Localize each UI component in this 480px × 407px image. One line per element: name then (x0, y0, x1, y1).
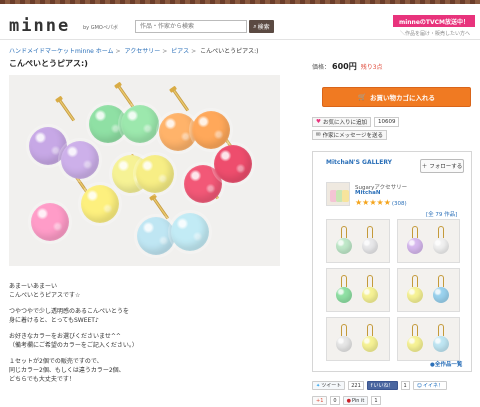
add-to-cart-button[interactable]: 🛒 お買い物カゴに入れる (322, 87, 471, 107)
breadcrumb-pierce[interactable]: ピアス (171, 48, 189, 55)
mail-icon: ✉ (316, 132, 321, 138)
desc-paragraph: お好きなカラーをお選びくださいませ^^ （備考欄にご希望のカラーをご記入ください… (9, 333, 138, 349)
pin-button[interactable]: ● Pin it (342, 396, 369, 405)
breadcrumb-accessory[interactable]: アクセサリー (125, 48, 161, 55)
works-count[interactable]: [全 79 作品] (426, 210, 457, 218)
work-thumbnail[interactable] (396, 317, 460, 361)
social-row-2: +1 0 ● Pin it 1 (312, 396, 381, 405)
heart-icon: ♥ (316, 119, 321, 125)
work-thumbnail[interactable] (326, 317, 390, 361)
desc-paragraph: あまーいあまーい こんぺいとうピアスです☆ (9, 283, 81, 299)
breadcrumb-home[interactable]: ハンドメイドマーケットminne ホーム (9, 48, 114, 55)
avatar[interactable] (326, 182, 350, 206)
message-seller-button[interactable]: ✉ 作家にメッセージを送る (312, 130, 388, 140)
pin-label: Pin it (351, 397, 365, 404)
favorite-button[interactable]: ♥ お気に入りに追加 (312, 117, 371, 127)
search-icon: ⌕ (253, 22, 257, 30)
twitter-icon: ✦ (316, 382, 321, 389)
facebook-icon: f (370, 382, 373, 389)
logo-by: by GMOペパボ (83, 25, 118, 31)
hatena-label: イイネ！ (422, 383, 443, 389)
tweet-button[interactable]: ✦ ツイート (312, 381, 346, 390)
minne-logo[interactable]: minne (9, 16, 70, 36)
social-row: ✦ ツイート 221 f いいね！ 1 ☺ イイネ！ (312, 381, 447, 390)
desc-paragraph: １セットが2個での販売ですので、 同じカラー2個、もしくは違うカラー2個、 どち… (9, 358, 125, 383)
all-works-link[interactable]: ●全作品一覧 (430, 360, 462, 368)
search-button[interactable]: ⌕ 検索 (249, 20, 274, 33)
message-button-label: 作家にメッセージを送る (322, 133, 384, 139)
hatena-icon: ☺ (416, 382, 422, 389)
gplus-button[interactable]: +1 (312, 396, 328, 405)
pinterest-icon: ● (346, 397, 351, 404)
follow-button-label: フォローする (429, 164, 463, 170)
works-thumbnails (326, 219, 460, 361)
work-thumbnail[interactable] (396, 219, 460, 263)
breadcrumb: ハンドメイドマーケットminne ホーム > アクセサリー > ピアス > こんぺいと… (9, 48, 259, 55)
work-thumbnail[interactable] (326, 219, 390, 263)
hatena-button[interactable]: ☺ イイネ！ (412, 381, 447, 390)
shop-name[interactable]: MitchaN (355, 190, 380, 196)
tweet-label: ツイート (321, 383, 342, 389)
tvcm-banner[interactable]: minneのTVCM放送中！ (393, 15, 475, 27)
pin-count: 1 (371, 396, 381, 405)
tweet-count: 221 (348, 381, 364, 390)
page-title: こんぺいとうピアス:) (9, 59, 88, 68)
like-count: 1 (400, 381, 410, 390)
product-description: あまーいあまーい こんぺいとうピアスです☆ つやつやで少し透明感のあるこんぺいと… (9, 282, 280, 391)
gplus-count: 0 (330, 396, 340, 405)
rating-count[interactable]: (308) (392, 201, 407, 207)
all-works-label: 全作品一覧 (434, 362, 463, 368)
favorite-row: ♥ お気に入りに追加 10609 (312, 117, 400, 127)
facebook-like-button[interactable]: f いいね！ (366, 381, 398, 390)
product-photo[interactable] (9, 75, 280, 266)
like-label: いいね！ (373, 383, 394, 389)
work-thumbnail[interactable] (396, 268, 460, 312)
stock-badge: 残り3点 (360, 64, 383, 71)
price-value: 600円 (332, 62, 357, 71)
rating-stars: ★★★★★(308) (355, 198, 407, 207)
cart-button-label: お買い物カゴに入れる (370, 94, 436, 102)
site-header: minne by GMOペパボ ⌕ 検索 minneのTVCM放送中！ ＼作品を… (0, 4, 480, 40)
gplus-label: +1 (316, 397, 324, 404)
search-input[interactable] (135, 20, 247, 33)
plus-icon: ＋ (421, 164, 428, 170)
work-thumbnail[interactable] (326, 268, 390, 312)
star-icons: ★★★★★ (355, 198, 391, 207)
gallery-name[interactable]: MitchaN'S GALLERY (326, 159, 392, 166)
price-label: 価格： (312, 64, 331, 71)
seller-gallery-box: MitchaN'S GALLERY ＋ フォローする Sugaryアクセサリー … (312, 151, 472, 372)
favorite-button-label: お気に入りに追加 (322, 120, 367, 126)
follow-button[interactable]: ＋ フォローする (420, 159, 464, 173)
breadcrumb-current: こんぺいとうピアス:) (200, 48, 259, 55)
cart-icon: 🛒 (357, 93, 367, 101)
price-row: 価格： 600円 残り3点 (312, 61, 383, 72)
seller-link[interactable]: ＼作品を届け・販売したい方へ (400, 30, 470, 37)
favorite-count: 10609 (373, 117, 400, 127)
search-button-label: 検索 (257, 24, 270, 31)
desc-paragraph: つやつやで少し透明感のあるこんぺいとうを 身に着けると、とってもSWEET♪ (9, 308, 130, 324)
